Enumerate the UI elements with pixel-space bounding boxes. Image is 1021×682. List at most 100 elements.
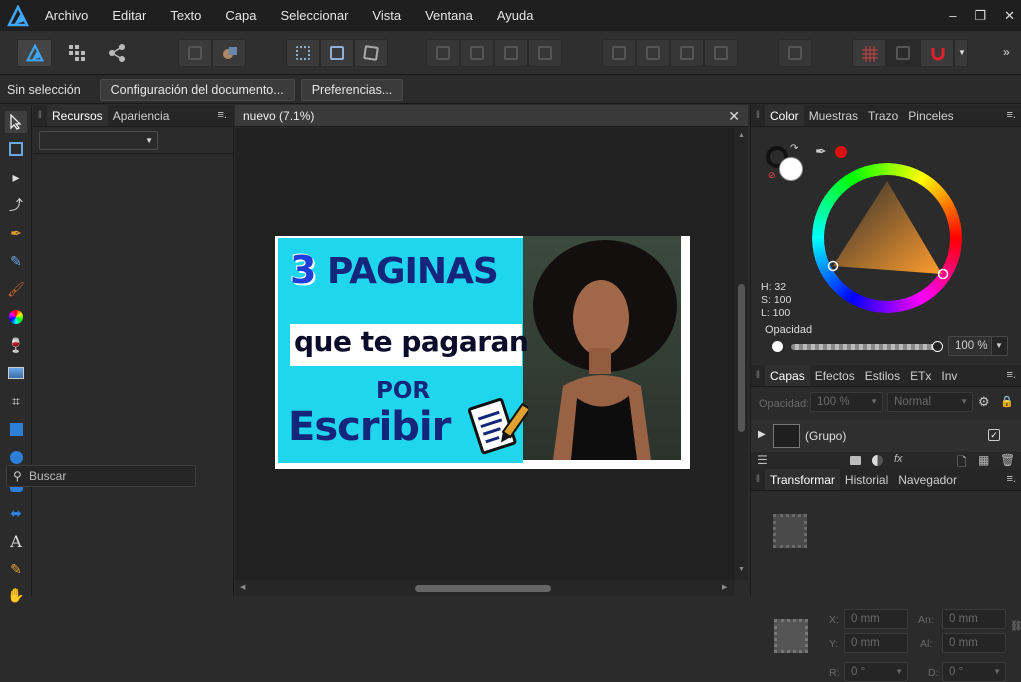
panel-menu-icon[interactable]: ≡. xyxy=(218,109,227,121)
rotate-left-button[interactable] xyxy=(670,39,704,67)
grip-icon[interactable]: ‖ xyxy=(751,469,765,490)
node-tool-icon[interactable]: ▸ xyxy=(5,166,27,188)
align-button[interactable] xyxy=(778,39,812,67)
minimize-button[interactable]: – xyxy=(949,8,956,23)
vector-brush-tool-icon[interactable]: 🖌 xyxy=(5,278,27,300)
search-input[interactable]: ⚲ Buscar xyxy=(6,465,196,487)
x-field[interactable]: 0 mm xyxy=(844,609,908,629)
rotate-right-button[interactable] xyxy=(704,39,738,67)
link-icon[interactable]: ⛓ xyxy=(1010,621,1021,632)
tab-apariencia[interactable]: Apariencia xyxy=(108,105,175,126)
snap-transform-button[interactable] xyxy=(354,39,388,67)
grip-icon[interactable]: ‖ xyxy=(751,105,765,126)
tab-etx[interactable]: ETx xyxy=(905,365,936,386)
pixel-persona-button[interactable] xyxy=(60,39,94,67)
vertical-scroll-thumb[interactable] xyxy=(738,284,745,432)
rotation-field[interactable]: 0 ° ▼ xyxy=(844,662,908,682)
flip-vertical-button[interactable] xyxy=(636,39,670,67)
close-button[interactable]: ✕ xyxy=(1004,8,1015,24)
tab-historial[interactable]: Historial xyxy=(840,469,893,490)
anchor-grid-icon[interactable] xyxy=(773,514,807,548)
vertical-scrollbar[interactable]: ▲ ▼ xyxy=(735,128,748,580)
tab-capas[interactable]: Capas xyxy=(765,365,810,386)
mask-icon[interactable] xyxy=(850,456,861,465)
tab-color[interactable]: Color xyxy=(765,105,804,126)
tab-inv[interactable]: Inv xyxy=(936,365,962,386)
eyedropper-icon[interactable]: ✒ xyxy=(815,143,827,160)
layers-stack-icon[interactable]: ☰ xyxy=(757,453,768,467)
trash-icon[interactable]: 🗑 xyxy=(1000,453,1015,467)
snapping-dropdown-button[interactable]: ▼ xyxy=(954,39,968,67)
tab-efectos[interactable]: Efectos xyxy=(810,365,860,386)
tab-recursos[interactable]: Recursos xyxy=(47,105,108,126)
fx-icon[interactable]: fx xyxy=(894,453,903,465)
menu-capa[interactable]: Capa xyxy=(213,0,268,31)
blend-mode-dropdown[interactable]: Normal ▼ xyxy=(887,392,973,412)
snapping-button[interactable] xyxy=(920,39,954,67)
swap-colors-icon[interactable]: ↷ xyxy=(790,143,798,154)
arrange-back-button[interactable] xyxy=(426,39,460,67)
assets-category-dropdown[interactable]: ▼ xyxy=(39,131,158,150)
artboard-tool-icon[interactable] xyxy=(5,138,27,160)
shape-tool-icon[interactable]: ⬌ xyxy=(5,502,27,524)
menu-archivo[interactable]: Archivo xyxy=(33,0,100,31)
menu-ventana[interactable]: Ventana xyxy=(413,0,485,31)
designer-persona-button[interactable] xyxy=(17,39,52,67)
move-tool-icon[interactable] xyxy=(5,111,27,133)
transparency-tool-icon[interactable]: 🍷 xyxy=(5,334,27,356)
share-persona-button[interactable] xyxy=(100,39,134,67)
arrange-backward-button[interactable] xyxy=(460,39,494,67)
opacity-slider[interactable] xyxy=(791,344,936,350)
tab-estilos[interactable]: Estilos xyxy=(860,365,905,386)
y-field[interactable]: 0 mm xyxy=(844,633,908,653)
scroll-down-icon[interactable]: ▼ xyxy=(738,566,745,573)
guides-toggle-button[interactable] xyxy=(886,39,920,67)
menu-vista[interactable]: Vista xyxy=(360,0,413,31)
color-wheel[interactable] xyxy=(812,163,962,313)
opacity-slider-handle[interactable] xyxy=(932,341,943,352)
toolbar-overflow-button[interactable]: » xyxy=(1003,45,1010,59)
pixel-layer-icon[interactable]: ▦ xyxy=(978,453,989,467)
menu-editar[interactable]: Editar xyxy=(100,0,158,31)
fill-color-swatch[interactable] xyxy=(779,157,803,181)
scroll-up-icon[interactable]: ▲ xyxy=(738,132,745,139)
menu-ayuda[interactable]: Ayuda xyxy=(485,0,546,31)
adjustment-icon[interactable] xyxy=(872,455,883,466)
gear-icon[interactable]: ⚙ xyxy=(978,394,990,410)
horizontal-scrollbar[interactable]: ◀ ▶ xyxy=(235,580,735,596)
grid-toggle-button[interactable] xyxy=(852,39,886,67)
grip-icon[interactable]: ‖ xyxy=(33,105,47,126)
corner-tool-icon[interactable]: ⤴ xyxy=(5,194,27,216)
height-field[interactable]: 0 mm xyxy=(942,633,1006,653)
crop-tool-icon[interactable]: ⌗ xyxy=(5,390,27,412)
tab-transformar[interactable]: Transformar xyxy=(765,469,840,490)
arrange-forward-button[interactable] xyxy=(494,39,528,67)
scroll-left-icon[interactable]: ◀ xyxy=(240,583,245,591)
place-image-tool-icon[interactable] xyxy=(5,362,27,384)
rectangle-tool-icon[interactable] xyxy=(5,418,27,440)
color-picker-tool-icon[interactable]: ✎ xyxy=(5,558,27,580)
document-tab[interactable]: nuevo (7.1%) ✕ xyxy=(235,105,748,127)
preferences-button[interactable]: Preferencias... xyxy=(300,78,404,101)
tab-muestras[interactable]: Muestras xyxy=(804,105,863,126)
affinity-logo-icon[interactable] xyxy=(3,0,33,31)
expand-arrow-icon[interactable]: ▶ xyxy=(758,429,766,440)
picked-color-swatch[interactable] xyxy=(835,146,847,158)
portrait-photo[interactable] xyxy=(523,236,681,460)
panel-menu-icon[interactable]: ≡. xyxy=(1007,369,1016,381)
snap-bounds-button[interactable] xyxy=(286,39,320,67)
width-field[interactable]: 0 mm xyxy=(942,609,1006,629)
menu-texto[interactable]: Texto xyxy=(158,0,213,31)
menu-seleccionar[interactable]: Seleccionar xyxy=(268,0,360,31)
lock-icon[interactable]: 🔒 xyxy=(1000,395,1014,408)
layer-opacity-field[interactable]: 100 % ▼ xyxy=(810,392,883,412)
horizontal-scroll-thumb[interactable] xyxy=(415,585,551,592)
opacity-dropdown[interactable]: ▼ xyxy=(991,336,1008,356)
panel-menu-icon[interactable]: ≡. xyxy=(1007,109,1016,121)
tab-pinceles[interactable]: Pinceles xyxy=(903,105,958,126)
close-document-icon[interactable]: ✕ xyxy=(728,105,740,127)
shear-field[interactable]: 0 ° ▼ xyxy=(942,662,1006,682)
artistic-text-tool-icon[interactable]: A xyxy=(5,530,27,552)
snap-geometry-button[interactable] xyxy=(320,39,354,67)
insert-shape-button[interactable] xyxy=(178,39,212,67)
